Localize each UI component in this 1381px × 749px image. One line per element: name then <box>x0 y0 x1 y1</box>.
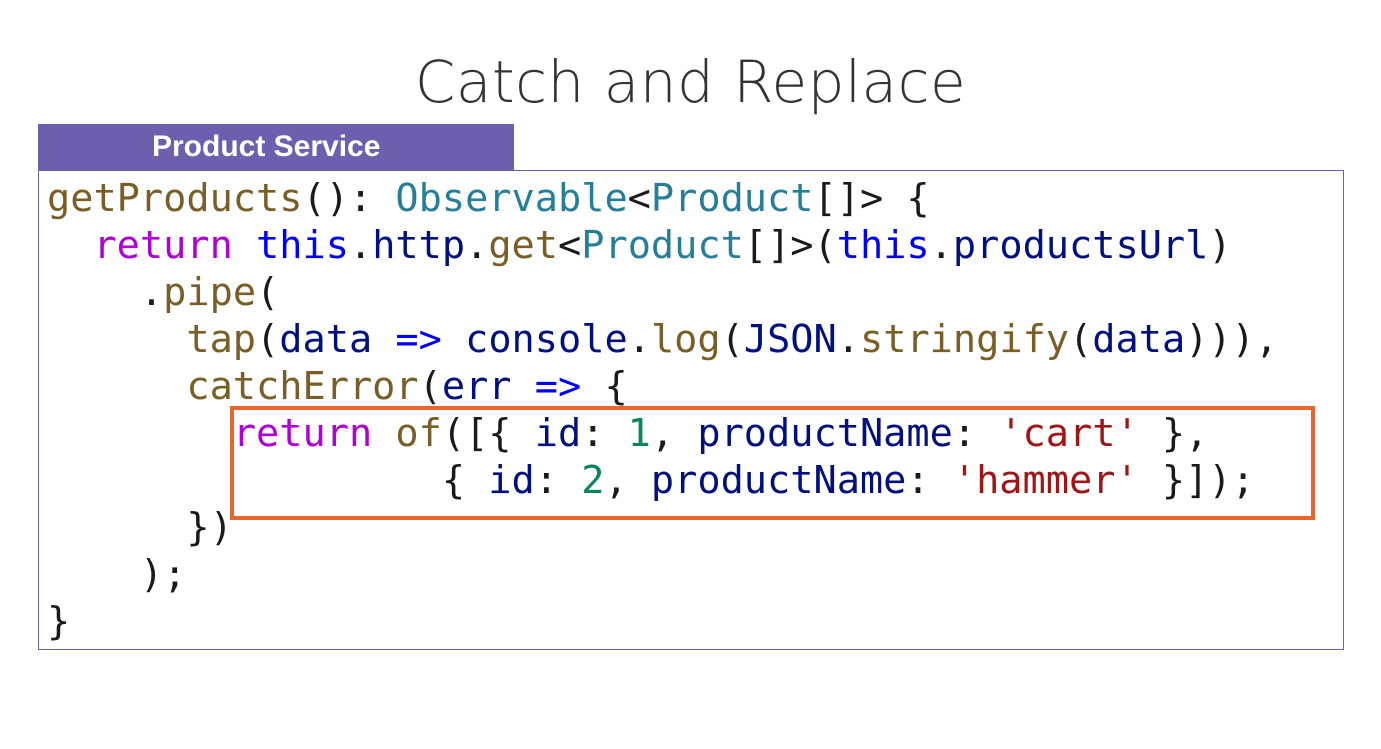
code-token: ( <box>418 364 442 409</box>
code-token: log <box>650 317 721 362</box>
code-line: } <box>47 598 1278 645</box>
code-line: }) <box>47 504 1278 551</box>
code-token: } <box>47 599 71 644</box>
code-token: id <box>488 458 535 503</box>
code-token: ( <box>256 317 280 362</box>
code-token: this <box>256 223 349 268</box>
code-token: id <box>534 411 582 456</box>
code-line: getProducts(): Observable<Product[]> { <box>47 175 1278 222</box>
code-token: Observable <box>395 176 628 221</box>
code-token: : <box>952 411 1000 456</box>
code-token: . <box>348 223 373 268</box>
code-token: http <box>372 223 466 268</box>
code-token: }, <box>1138 411 1209 456</box>
code-token: data <box>1092 317 1186 362</box>
code-token: JSON <box>743 317 837 362</box>
code-token: : <box>906 458 953 503</box>
code-token: productsUrl <box>952 223 1209 268</box>
code-token: . <box>929 223 953 268</box>
code-token: tap <box>186 317 257 362</box>
code-token: ( <box>1069 317 1093 362</box>
code-token: => <box>395 317 442 362</box>
code-token: }) <box>47 505 233 550</box>
code-token: console <box>465 317 628 362</box>
code-token: return <box>93 223 233 268</box>
product-service-tab: Product Service <box>38 124 514 170</box>
code-line: tap(data => console.log(JSON.stringify(d… <box>47 316 1278 363</box>
code-token: getProducts <box>47 176 303 221</box>
code-token: : <box>534 458 582 503</box>
code-token: of <box>395 411 442 456</box>
code-token: . <box>836 317 860 362</box>
code-token: . <box>47 270 164 315</box>
code-panel: getProducts(): Observable<Product[]> { r… <box>38 170 1344 650</box>
code-token: ); <box>47 552 187 597</box>
code-token: => <box>534 364 582 409</box>
code-token: []> { <box>813 176 930 221</box>
code-token: stringify <box>860 317 1070 362</box>
code-token: catchError <box>186 364 419 409</box>
code-token: productName <box>697 411 953 456</box>
code-token: { <box>581 364 628 409</box>
code-token: err <box>441 364 512 409</box>
code-token: this <box>836 223 930 268</box>
code-token: 'cart' <box>999 411 1139 456</box>
code-token: { <box>47 458 489 503</box>
code-token: ([{ <box>441 411 535 456</box>
code-token: Product <box>650 176 814 221</box>
code-token: : <box>581 411 628 456</box>
code-block: getProducts(): Observable<Product[]> { r… <box>47 175 1278 645</box>
code-token: []>( <box>743 223 837 268</box>
code-token: pipe <box>163 270 257 315</box>
code-token: 2 <box>581 458 605 503</box>
code-token: Product <box>581 223 744 268</box>
code-token: , <box>604 458 651 503</box>
code-line: catchError(err => { <box>47 363 1278 410</box>
code-token: ( <box>256 270 280 315</box>
code-line: { id: 2, productName: 'hammer' }]); <box>47 457 1278 504</box>
code-token: . <box>465 223 489 268</box>
code-token: , <box>650 411 698 456</box>
code-token: data <box>279 317 373 362</box>
code-token: . <box>627 317 651 362</box>
code-token: ) <box>1208 223 1232 268</box>
code-token: ( <box>720 317 744 362</box>
code-line: return this.http.get<Product[]>(this.pro… <box>47 222 1278 269</box>
code-token: }]); <box>1138 458 1255 503</box>
code-token: return <box>232 411 373 456</box>
code-token: productName <box>650 458 907 503</box>
code-line: .pipe( <box>47 269 1278 316</box>
code-token: get <box>488 223 559 268</box>
code-line: ); <box>47 551 1278 598</box>
code-token: < <box>558 223 582 268</box>
code-token: 1 <box>627 411 651 456</box>
slide-title: Catch and Replace <box>414 48 967 116</box>
code-token: (): <box>302 176 396 221</box>
code-token: ))), <box>1185 317 1279 362</box>
code-token: < <box>627 176 651 221</box>
code-line: return of([{ id: 1, productName: 'cart' … <box>47 410 1278 457</box>
code-token: 'hammer' <box>952 458 1139 503</box>
